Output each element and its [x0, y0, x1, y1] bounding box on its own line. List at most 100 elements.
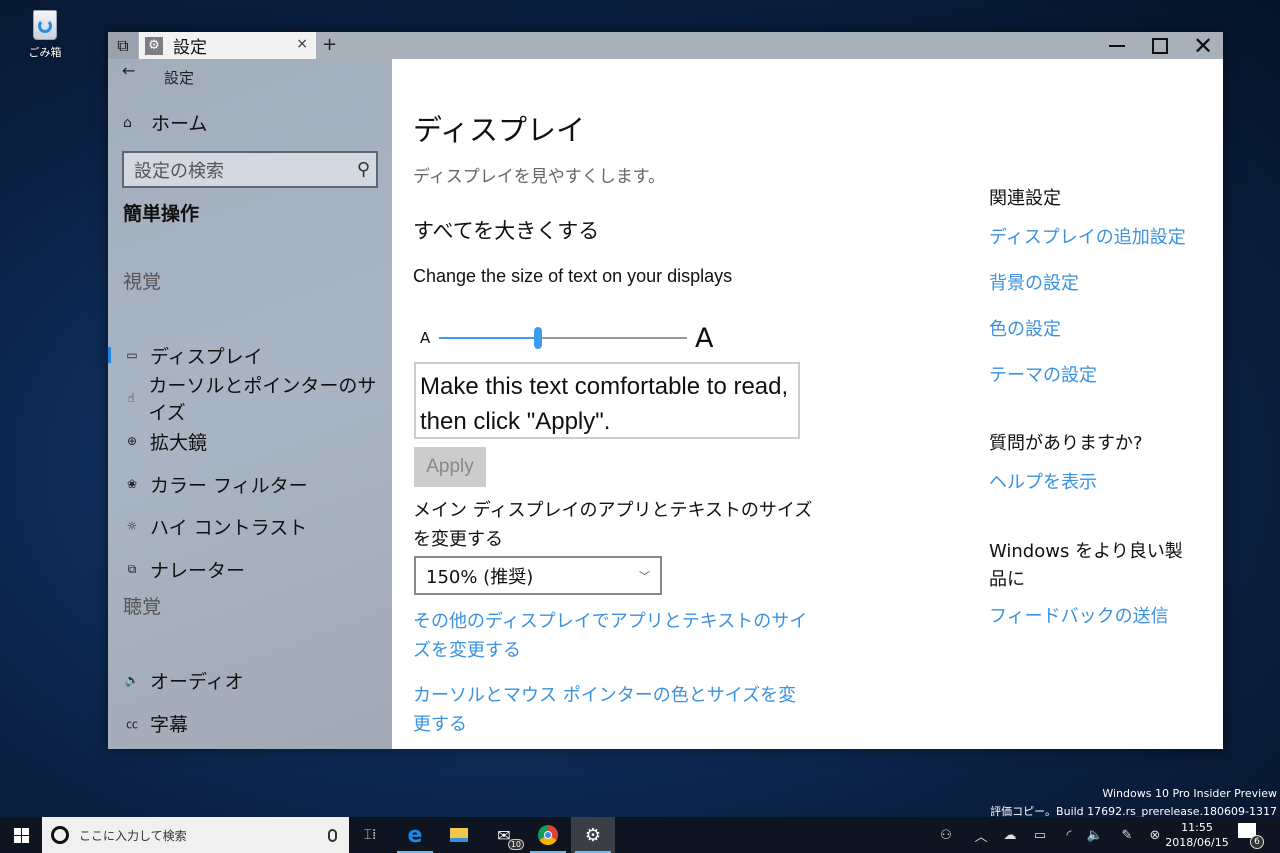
new-tab-button[interactable]: + [322, 34, 337, 55]
related-link-display-advanced[interactable]: ディスプレイの追加設定 [989, 223, 1186, 249]
cursor-color-link[interactable]: カーソルとマウス ポインターの色とサイズを変更する [413, 681, 813, 739]
home-label: ホーム [151, 113, 208, 135]
people-icon[interactable]: ⚇ [934, 817, 958, 853]
title-bar[interactable]: ⧉ ⚙ 設定 × + ✕ [108, 32, 1225, 60]
cortana-icon [51, 826, 69, 844]
taskbar-search-box[interactable]: ここに入力して検索 [42, 817, 349, 853]
task-view-button[interactable]: ⌶⁞ [348, 817, 392, 853]
group-heading-hearing: 聴覚 [123, 596, 162, 618]
taskbar-settings[interactable]: ⚙ [571, 817, 615, 853]
task-view-icon: ⌶⁞ [363, 827, 377, 843]
taskbar-file-explorer[interactable] [437, 817, 481, 853]
search-icon[interactable]: ⚲ [357, 159, 370, 180]
sidebar-item-label: ディスプレイ [150, 345, 263, 368]
gear-icon: ⚙ [584, 824, 602, 846]
recycle-bin[interactable]: ごみ箱 [22, 6, 68, 60]
scale-dropdown[interactable]: 150% (推奨) ﹀ [414, 556, 662, 595]
clock[interactable]: 11:55 2018/06/15 [1162, 820, 1232, 850]
scale-label: メイン ディスプレイのアプリとテキストのサイズを変更する [413, 500, 813, 550]
sidebar-item-color-filter[interactable]: ❀ カラー フィルター [108, 466, 392, 502]
tab-title: 設定 [173, 38, 207, 58]
sidebar-item-high-contrast[interactable]: ☼ ハイ コントラスト [108, 508, 392, 544]
sidebar-item-narrator[interactable]: ⧉ ナレーター [108, 551, 392, 587]
folder-icon [450, 828, 468, 842]
page-title: ディスプレイ [413, 113, 585, 147]
tab-overview-icon[interactable]: ⧉ [108, 32, 138, 59]
category-heading: 簡単操作 [123, 203, 200, 225]
settings-window: ⧉ ⚙ 設定 × + ✕ ← 設定 ⌂ ホーム 設定の検索 ⚲ 簡単操作 視覚 … [108, 32, 1223, 749]
narrator-icon: ⧉ [127, 561, 137, 576]
chevron-down-icon: ﹀ [639, 570, 650, 583]
taskbar-mail[interactable]: ✉ 10 [482, 817, 526, 853]
maximize-icon [1152, 37, 1168, 54]
settings-search-input[interactable]: 設定の検索 ⚲ [122, 151, 378, 188]
cc-icon: ㏄ [125, 716, 138, 731]
sidebar-item-display[interactable]: ▭ ディスプレイ [108, 337, 392, 373]
sidebar: ← 設定 ⌂ ホーム 設定の検索 ⚲ 簡単操作 視覚 ▭ ディスプレイ ☝ カー… [108, 59, 392, 749]
related-link-colors[interactable]: 色の設定 [989, 315, 1061, 341]
close-button[interactable]: ✕ [1181, 32, 1225, 60]
time: 11:55 [1181, 821, 1213, 834]
gear-icon: ⚙ [145, 36, 163, 55]
recycle-bin-label: ごみ箱 [28, 46, 62, 59]
sidebar-item-label: カラー フィルター [150, 474, 308, 497]
action-center-button[interactable]: 6 [1238, 823, 1264, 849]
sidebar-item-audio[interactable]: 🔈 オーディオ [108, 662, 392, 698]
text-size-slider-row: A A [413, 323, 723, 354]
slider-max-label: A [695, 323, 714, 354]
group-heading-vision: 視覚 [123, 271, 162, 293]
chevron-up-icon[interactable]: ︿ [970, 817, 992, 853]
start-button[interactable] [0, 817, 42, 853]
pen-icon[interactable]: ✎ [1116, 817, 1138, 853]
windows-logo-icon [13, 827, 29, 843]
taskbar-edge[interactable]: e [393, 817, 437, 853]
palette-icon: ❀ [126, 477, 138, 491]
home-icon: ⌂ [123, 114, 132, 131]
back-button[interactable]: ← [122, 61, 135, 80]
battery-icon[interactable]: ▭ [1028, 817, 1052, 853]
minimize-icon [1109, 44, 1125, 47]
search-placeholder: 設定の検索 [134, 160, 224, 182]
wifi-icon[interactable]: ◜ [1058, 817, 1080, 853]
scale-value: 150% (推奨) [426, 566, 534, 588]
maximize-button[interactable] [1138, 32, 1182, 59]
sidebar-item-cursor-size[interactable]: ☝ カーソルとポインターのサイズ [108, 375, 392, 424]
chrome-icon [538, 825, 558, 845]
watermark-edition: Windows 10 Pro Insider Preview [1102, 787, 1277, 800]
date: 2018/06/15 [1165, 836, 1229, 849]
sidebar-item-captions[interactable]: ㏄ 字幕 [108, 705, 392, 741]
taskbar-search-placeholder: ここに入力して検索 [79, 828, 187, 843]
slider-thumb[interactable] [534, 327, 543, 349]
apply-button[interactable]: Apply [414, 447, 486, 487]
slider-fill [439, 337, 539, 339]
magnifier-icon: ⊕ [126, 434, 138, 448]
help-link[interactable]: ヘルプを表示 [989, 468, 1097, 494]
slider-min-label: A [420, 329, 431, 347]
tab-settings[interactable]: ⚙ 設定 × [139, 32, 316, 59]
sidebar-item-label: ハイ コントラスト [150, 516, 308, 539]
sidebar-item-magnifier[interactable]: ⊕ 拡大鏡 [108, 423, 392, 459]
onedrive-sync-icon[interactable]: ☁ [998, 817, 1022, 853]
text-size-label: Change the size of text on your displays [413, 266, 733, 286]
sidebar-item-label: 拡大鏡 [150, 431, 208, 454]
minimize-button[interactable] [1095, 32, 1139, 59]
section-title: すべてを大きくする [413, 219, 600, 243]
taskbar-chrome[interactable] [526, 817, 570, 853]
question-heading: 質問がありますか? [989, 433, 1143, 454]
related-link-themes[interactable]: テーマの設定 [989, 361, 1097, 387]
volume-icon[interactable]: 🔈 [1084, 817, 1106, 853]
sidebar-item-home[interactable]: ⌂ ホーム [123, 109, 207, 136]
edge-icon: e [407, 822, 423, 848]
sidebar-item-label: 字幕 [150, 713, 189, 736]
taskbar: ここに入力して検索 ⌶⁞ e ✉ 10 ⚙ ⚇ ︿ ☁ ▭ ◜ 🔈 ✎ ⊗ 11:… [0, 817, 1280, 853]
other-displays-link[interactable]: その他のディスプレイでアプリとテキストのサイズを変更する [413, 607, 813, 665]
related-link-background[interactable]: 背景の設定 [989, 269, 1079, 295]
sidebar-item-label: ナレーター [150, 559, 246, 582]
page-subtitle: ディスプレイを見やすくします。 [413, 167, 666, 187]
tab-close-button[interactable]: × [296, 36, 308, 52]
microphone-icon[interactable] [328, 828, 337, 842]
feedback-link[interactable]: フィードバックの送信 [989, 602, 1169, 628]
main-content: ディスプレイ ディスプレイを見やすくします。 すべてを大きくする Change … [392, 59, 1223, 749]
pointer-icon: ☝ [127, 391, 135, 405]
text-size-slider[interactable] [439, 327, 687, 349]
